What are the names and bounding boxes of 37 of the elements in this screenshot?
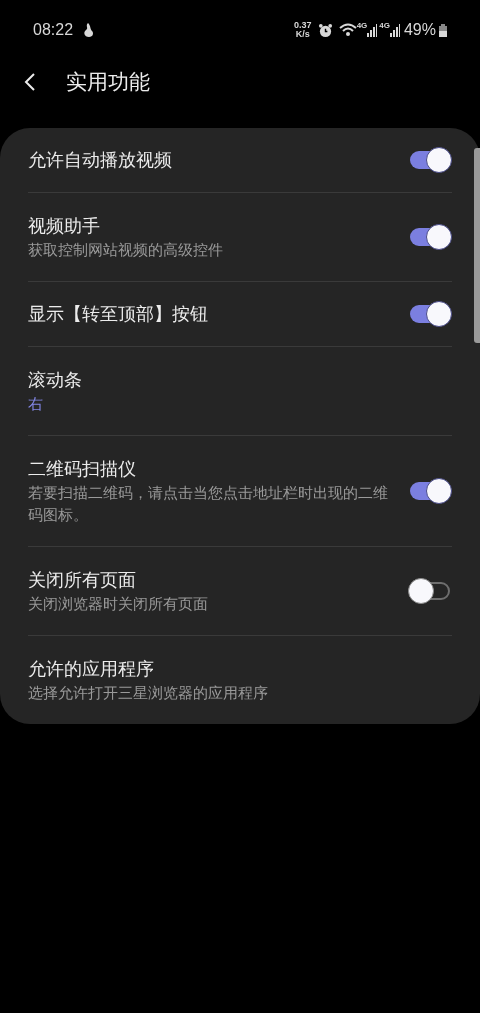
- battery-level: 49%: [403, 20, 436, 40]
- setting-title: 二维码扫描仪: [28, 458, 137, 481]
- toggle-switch[interactable]: [408, 301, 452, 327]
- setting-title: 滚动条: [28, 369, 83, 392]
- setting-description: 选择允许打开三星浏览器的应用程序: [28, 683, 269, 703]
- settings-item[interactable]: 允许自动播放视频: [28, 128, 452, 192]
- settings-item[interactable]: 视频助手 获取控制网站视频的高级控件: [28, 192, 452, 281]
- page-title: 实用功能: [66, 69, 150, 96]
- settings-item[interactable]: 允许的应用程序 选择允许打开三星浏览器的应用程序: [28, 635, 452, 724]
- settings-item[interactable]: 显示【转至顶部】按钮: [28, 281, 452, 346]
- setting-description: 若要扫描二维码，请点击当您点击地址栏时出现的二维码图标。: [28, 483, 389, 525]
- setting-title: 关闭所有页面: [28, 569, 137, 592]
- network-speed: 0.37: [294, 21, 312, 30]
- setting-title: 允许的应用程序: [28, 658, 155, 681]
- setting-title: 允许自动播放视频: [28, 149, 173, 172]
- setting-title: 显示【转至顶部】按钮: [28, 303, 209, 326]
- wifi-icon: [338, 23, 357, 37]
- settings-item[interactable]: 滚动条 右: [28, 346, 452, 435]
- setting-value: 右: [28, 394, 44, 414]
- network-type: 4G: [379, 20, 390, 32]
- network-type: 4G: [356, 20, 368, 32]
- setting-description: 获取控制网站视频的高级控件: [28, 240, 224, 260]
- status-time: 08:22: [33, 20, 74, 40]
- signal-icon: [389, 23, 400, 37]
- toggle-switch[interactable]: [408, 578, 452, 604]
- alarm-icon: [317, 22, 333, 38]
- battery-icon: [439, 23, 447, 37]
- network-speed-unit: K/s: [295, 30, 310, 39]
- setting-title: 视频助手: [28, 215, 101, 238]
- settings-item[interactable]: 关闭所有页面 关闭浏览器时关闭所有页面: [28, 546, 452, 635]
- setting-description: 关闭浏览器时关闭所有页面: [28, 594, 209, 614]
- toggle-switch[interactable]: [408, 224, 452, 250]
- signal-icon: [367, 23, 378, 37]
- toggle-switch[interactable]: [408, 147, 452, 173]
- settings-item[interactable]: 二维码扫描仪 若要扫描二维码，请点击当您点击地址栏时出现的二维码图标。: [28, 435, 452, 546]
- back-icon: [24, 73, 36, 91]
- toggle-switch[interactable]: [408, 478, 452, 504]
